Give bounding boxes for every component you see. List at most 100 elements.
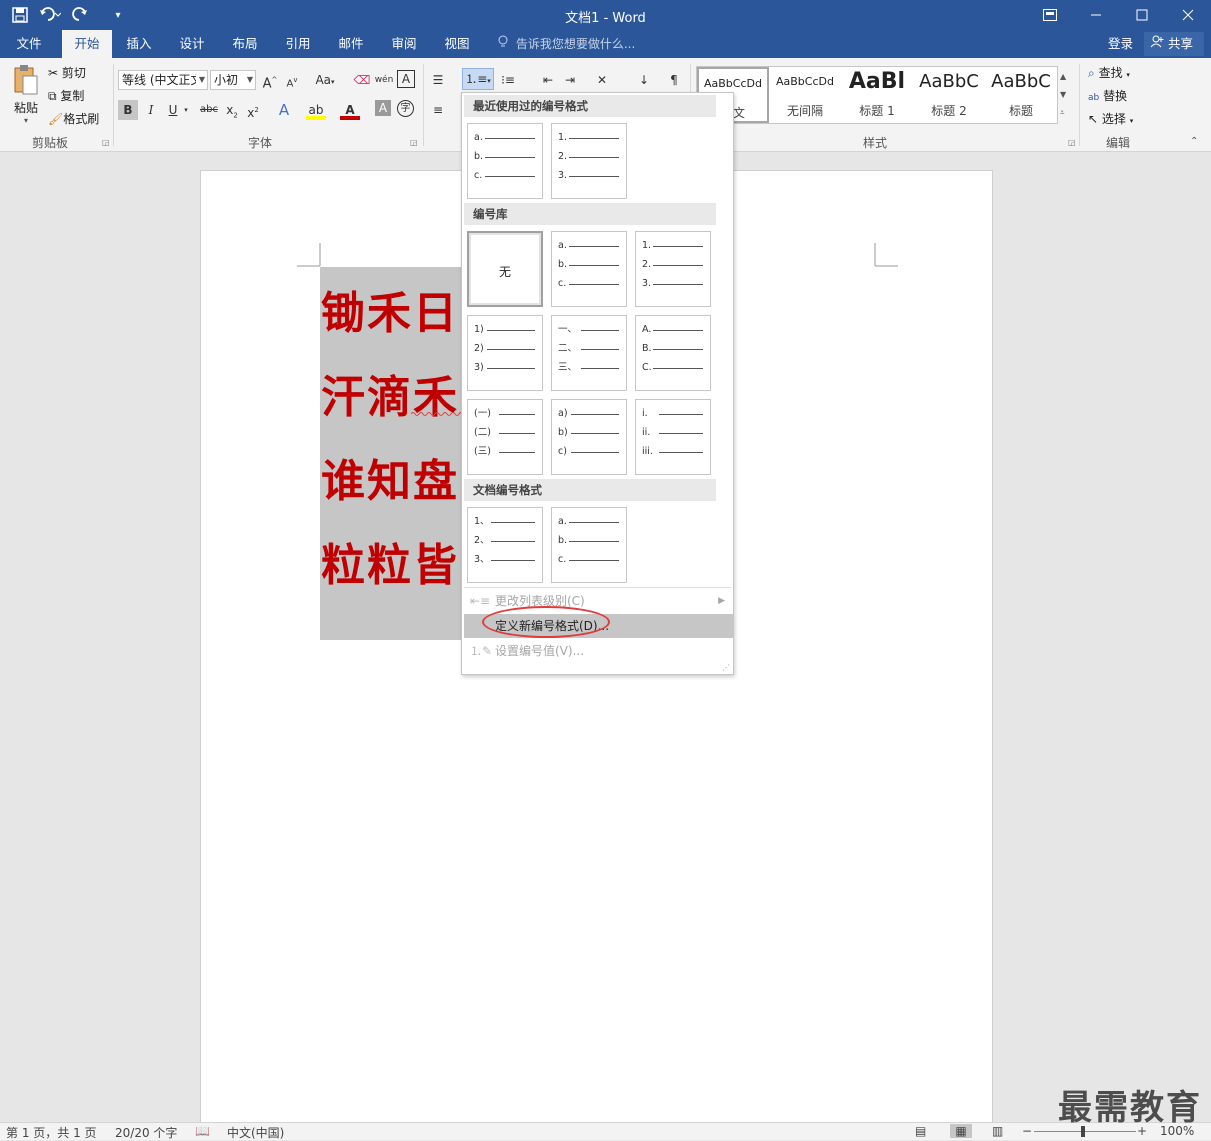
page-count[interactable]: 第 1 页，共 1 页 (6, 1124, 97, 1141)
word-count[interactable]: 20/20 个字 (115, 1124, 177, 1141)
numbering-format-tile[interactable]: (一) (二) (三) (467, 399, 543, 475)
numbering-format-tile[interactable]: a. b. c. (551, 507, 627, 583)
numbering-format-tile[interactable]: i. ii. iii. (635, 399, 711, 475)
numbering-format-tile[interactable]: a. b. c. (467, 123, 543, 199)
clear-formatting-icon[interactable]: ⌫ (352, 70, 372, 90)
paste-button[interactable]: 粘贴 ▾ (8, 64, 44, 128)
tell-me-box[interactable]: 告诉我您想要做什么... (498, 30, 635, 58)
numbering-format-tile[interactable]: 1、 2、 3、 (467, 507, 543, 583)
italic-icon[interactable]: I (141, 100, 161, 120)
phonetic-guide-icon[interactable]: wén (374, 70, 394, 90)
zoom-slider-track[interactable] (1034, 1131, 1136, 1132)
tab-design[interactable]: 设计 (169, 30, 215, 58)
tab-review[interactable]: 审阅 (381, 30, 427, 58)
poem-line[interactable]: 谁知盘 (321, 445, 459, 509)
minimize-icon[interactable] (1073, 0, 1119, 30)
set-numbering-value-item[interactable]: ⒈✎ 设置编号值(V)... (464, 639, 733, 663)
subscript-icon[interactable]: x2 (222, 100, 242, 120)
number-label: 2. (642, 259, 652, 270)
numbering-format-tile[interactable]: 1) 2) 3) (467, 315, 543, 391)
cut-label: 剪切 (61, 66, 86, 80)
change-case-button[interactable]: Aa▾ (310, 70, 340, 90)
zoom-out-icon[interactable]: − (1022, 1124, 1032, 1138)
character-border-icon[interactable]: A (397, 70, 415, 88)
styles-scroll-icon[interactable]: ▲ ▼ ⩡ (1060, 68, 1066, 122)
tab-home[interactable]: 开始 (62, 30, 112, 58)
clipboard-launcher-icon[interactable]: ◲ (102, 138, 110, 147)
resize-grip-icon[interactable]: ⋰ (722, 663, 730, 672)
superscript-icon[interactable]: x2 (243, 100, 263, 120)
number-label: 一、 (558, 324, 578, 335)
find-button[interactable]: ⌕ 查找 ▾ (1088, 64, 1130, 81)
chevron-down-icon[interactable]: ▾ (180, 100, 192, 120)
style-no-spacing[interactable]: AaBbCcDd 无间隔 (769, 67, 841, 123)
increase-indent-icon[interactable]: ⇥ (560, 70, 580, 90)
align-left-icon[interactable]: ≡ (428, 100, 448, 120)
numbering-format-tile[interactable]: 1. 2. 3. (635, 231, 711, 307)
font-size-value: 小初 (214, 73, 239, 87)
number-label: 1) (474, 324, 484, 335)
tab-layout[interactable]: 布局 (222, 30, 268, 58)
language-indicator[interactable]: 中文(中国) (227, 1124, 284, 1141)
web-layout-icon[interactable]: ▥ (992, 1124, 1003, 1138)
numbering-format-tile[interactable]: a) b) c) (551, 399, 627, 475)
numbering-button[interactable]: ⒈≡▾ (462, 68, 494, 90)
character-shading-icon[interactable]: A (375, 100, 391, 116)
collapse-ribbon-icon[interactable]: ⌃ (1190, 136, 1198, 147)
tab-mailings[interactable]: 邮件 (328, 30, 374, 58)
select-label: 选择 (1101, 112, 1126, 126)
multilevel-list-icon[interactable]: ⁝≡ (498, 70, 518, 90)
font-color-icon[interactable]: A (340, 100, 360, 120)
format-painter-button[interactable]: 🖌格式刷 (48, 110, 99, 127)
style-title[interactable]: AaBbC 标题 (985, 67, 1057, 123)
maximize-icon[interactable] (1119, 0, 1165, 30)
numbering-format-tile[interactable]: a. b. c. (551, 231, 627, 307)
cursor-icon: ↖ (1088, 112, 1099, 126)
tab-file[interactable]: 文件 (6, 30, 52, 58)
style-heading-1[interactable]: AaBl 标题 1 (841, 67, 913, 123)
number-label: a. (558, 516, 567, 527)
select-button[interactable]: ↖ 选择 ▾ (1088, 110, 1133, 127)
number-label: (二) (474, 427, 491, 438)
number-label: 2) (474, 343, 484, 354)
numbering-format-tile[interactable]: A. B. C. (635, 315, 711, 391)
strikethrough-icon[interactable]: abc (197, 100, 221, 120)
font-name-combo[interactable]: 等线 (中文正文 ▼ (118, 70, 208, 90)
chinese-layout-icon[interactable]: ✕ (592, 70, 612, 90)
grow-font-icon[interactable]: A^ (260, 70, 280, 91)
group-separator (423, 64, 424, 146)
cut-button[interactable]: ✂ 剪切 (48, 64, 86, 81)
font-size-combo[interactable]: 小初 ▼ (210, 70, 256, 90)
tab-references[interactable]: 引用 (275, 30, 321, 58)
number-label: 3. (558, 170, 568, 181)
enclose-characters-icon[interactable]: 字 (397, 100, 414, 117)
text-effects-icon[interactable]: A (274, 100, 294, 120)
close-icon[interactable] (1165, 0, 1211, 30)
style-heading-2[interactable]: AaBbC 标题 2 (913, 67, 985, 123)
numbering-format-tile[interactable]: 1. 2. 3. (551, 123, 627, 199)
copy-button[interactable]: ⧉ 复制 (48, 87, 84, 104)
proofing-icon[interactable]: 📖 (195, 1124, 210, 1138)
decrease-indent-icon[interactable]: ⇤ (538, 70, 558, 90)
numbering-none-tile[interactable]: 无 (467, 231, 543, 307)
replace-button[interactable]: ab 替换 (1088, 87, 1127, 104)
bullets-icon[interactable]: ☰ (428, 70, 448, 90)
share-button[interactable]: 共享 (1144, 32, 1204, 56)
font-launcher-icon[interactable]: ◲ (410, 138, 418, 147)
ribbon-display-options-icon[interactable] (1027, 0, 1073, 30)
tab-insert[interactable]: 插入 (116, 30, 162, 58)
login-link[interactable]: 登录 (1108, 30, 1133, 58)
style-name: 标题 2 (931, 104, 967, 118)
numbering-format-tile[interactable]: 一、 二、 三、 (551, 315, 627, 391)
shrink-font-icon[interactable]: Av (282, 70, 302, 90)
poem-line[interactable]: 粒粒皆 (321, 529, 459, 593)
tab-view[interactable]: 视图 (434, 30, 480, 58)
highlight-icon[interactable]: ab (306, 100, 326, 120)
print-layout-icon[interactable]: ▦ (950, 1124, 972, 1138)
show-marks-icon[interactable]: ¶ (664, 70, 684, 90)
bold-icon[interactable]: B (118, 100, 138, 120)
styles-launcher-icon[interactable]: ◲ (1068, 138, 1076, 147)
read-mode-icon[interactable]: ▤ (915, 1124, 926, 1138)
poem-line[interactable]: 锄禾日 (321, 277, 459, 341)
sort-icon[interactable]: ↓ (634, 70, 654, 90)
